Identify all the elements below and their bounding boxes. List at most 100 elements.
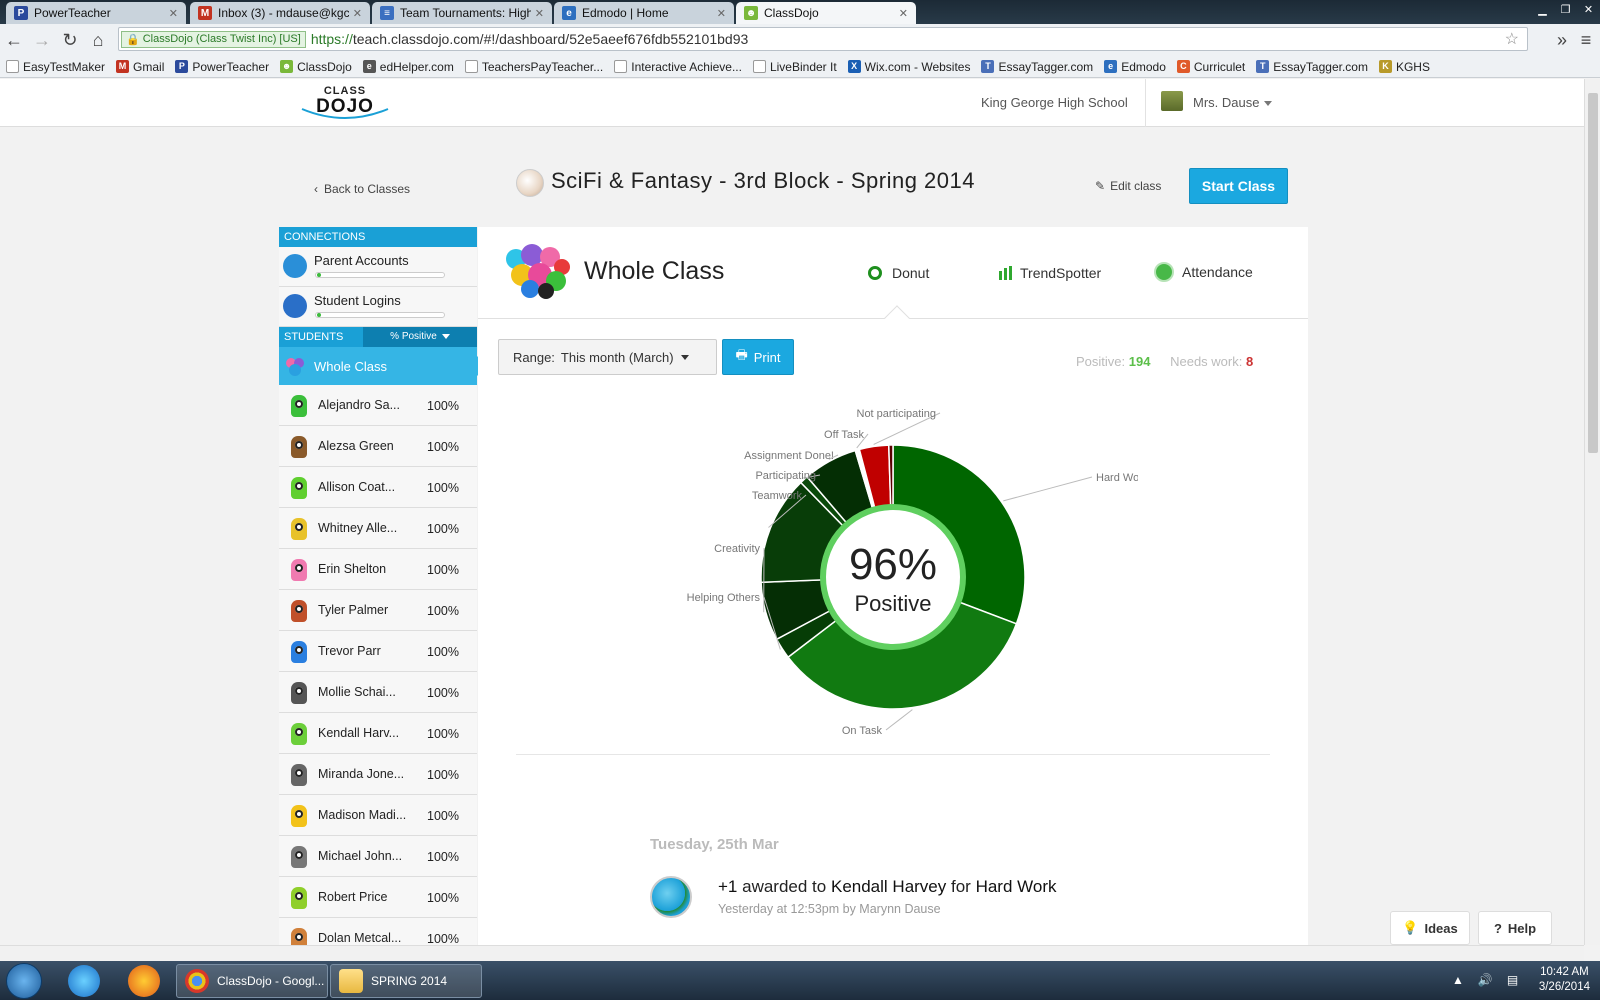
tab-label: PowerTeacher <box>34 6 111 20</box>
student-row[interactable]: Allison Coat... 100% <box>279 467 477 508</box>
student-row[interactable]: Miranda Jone... 100% <box>279 754 477 795</box>
bookmark-star-icon[interactable]: ☆ <box>1505 29 1519 49</box>
tab-classdojo[interactable]: ☻ ClassDojo ✕ <box>736 2 916 24</box>
student-row[interactable]: Whitney Alle... 100% <box>279 508 477 549</box>
close-tab-icon[interactable]: ✕ <box>899 7 908 20</box>
bookmark-powerteacher[interactable]: P PowerTeacher <box>175 60 269 74</box>
tray-arrow-icon[interactable]: ▲ <box>1452 973 1464 987</box>
close-tab-icon[interactable]: ✕ <box>535 7 544 20</box>
student-avatar-icon <box>291 559 307 581</box>
bookmark-label: Gmail <box>133 59 165 74</box>
gmail-icon: M <box>198 6 212 20</box>
student-row[interactable]: Kendall Harv... 100% <box>279 713 477 754</box>
edit-class-link[interactable]: ✎ Edit class <box>1095 179 1161 193</box>
help-label: Help <box>1507 920 1537 936</box>
student-name: Alezsa Green <box>318 439 394 453</box>
student-row[interactable]: Robert Price 100% <box>279 877 477 918</box>
bookmark-edmodo[interactable]: e Edmodo <box>1104 60 1166 74</box>
range-dropdown[interactable]: Range: This month (March) <box>498 339 717 375</box>
divider <box>516 754 1270 755</box>
user-menu[interactable]: Mrs. Dause <box>1193 95 1273 110</box>
address-bar[interactable]: 🔒 ClassDojo (Class Twist Inc) [US] https:… <box>118 27 1528 51</box>
vertical-scrollbar[interactable] <box>1584 79 1600 945</box>
start-class-button[interactable]: Start Class <box>1189 168 1288 204</box>
school-name[interactable]: King George High School <box>981 95 1128 110</box>
bookmark-essaytagger[interactable]: T EssayTagger.com <box>981 60 1093 74</box>
student-row[interactable]: Madison Madi... 100% <box>279 795 477 836</box>
caret-down-icon <box>680 354 689 360</box>
student-row[interactable]: Alejandro Sa... 100% <box>279 385 477 426</box>
minimize-icon[interactable]: ▁ <box>1531 0 1554 18</box>
bookmark-gmail[interactable]: M Gmail <box>116 60 164 74</box>
user-avatar[interactable] <box>1161 91 1183 111</box>
internet-explorer-icon[interactable] <box>68 965 100 997</box>
bookmark-kghs[interactable]: K KGHS <box>1378 60 1430 74</box>
ev-certificate-badge[interactable]: 🔒 ClassDojo (Class Twist Inc) [US] <box>121 30 306 48</box>
start-button[interactable] <box>6 963 42 999</box>
bookmark-essaytagger-2[interactable]: T EssayTagger.com <box>1256 60 1368 74</box>
whole-class-item[interactable]: Whole Class <box>279 347 487 385</box>
bookmark-teacherspayteachers[interactable]: TeachersPayTeacher... <box>464 60 603 74</box>
parent-accounts-item[interactable]: Parent Accounts <box>279 247 477 287</box>
firefox-icon[interactable] <box>128 965 160 997</box>
help-button[interactable]: ? Help <box>1478 911 1552 945</box>
tab-label: Donut <box>892 265 930 281</box>
bookmarks-bar: EasyTestMaker M Gmail P PowerTeacher ☻ Clas… <box>0 56 1600 78</box>
student-row[interactable]: Trevor Parr 100% <box>279 631 477 672</box>
horizontal-scrollbar[interactable] <box>0 945 1584 961</box>
sort-dropdown[interactable]: % Positive <box>363 327 477 347</box>
student-logins-item[interactable]: Student Logins <box>279 287 477 327</box>
student-name: Whitney Alle... <box>318 521 398 535</box>
student-row[interactable]: Michael John... 100% <box>279 836 477 877</box>
bookmark-label: PowerTeacher <box>192 59 270 74</box>
bookmark-interactive-achievement[interactable]: Interactive Achieve... <box>614 60 742 74</box>
close-window-icon[interactable]: ✕ <box>1577 0 1600 18</box>
home-icon[interactable]: ⌂ <box>84 26 112 54</box>
bookmark-classdojo[interactable]: ☻ ClassDojo <box>280 60 352 74</box>
tab-gmail[interactable]: M Inbox (3) - mdause@kgcs ✕ <box>190 2 370 24</box>
clock[interactable]: 10:42 AM 3/26/2014 <box>1539 965 1590 995</box>
tab-edmodo[interactable]: e Edmodo | Home ✕ <box>554 2 734 24</box>
back-to-classes-link[interactable]: ‹ Back to Classes <box>314 182 410 196</box>
tab-team-tournaments[interactable]: ≡ Team Tournaments: High ✕ <box>372 2 552 24</box>
classdojo-logo[interactable]: CLASS DOJO <box>298 83 392 123</box>
positive-count: 194 <box>1128 354 1151 369</box>
student-row[interactable]: Erin Shelton 100% <box>279 549 477 590</box>
restore-icon[interactable]: ❐ <box>1554 0 1577 18</box>
student-row[interactable]: Mollie Schai... 100% <box>279 672 477 713</box>
student-row[interactable]: Tyler Palmer 100% <box>279 590 477 631</box>
url-path: teach.classdojo.com/#!/dashboard/52e5aee… <box>352 31 749 47</box>
tab-donut[interactable]: Donut <box>868 265 929 281</box>
slice-label: Not participating <box>857 408 937 420</box>
print-label: Print <box>753 349 781 365</box>
student-row[interactable]: Dolan Metcal... 100% <box>279 918 477 945</box>
reload-icon[interactable]: ↻ <box>56 26 84 54</box>
close-tab-icon[interactable]: ✕ <box>717 7 726 20</box>
tab-powerteacher[interactable]: P PowerTeacher ✕ <box>6 2 186 24</box>
bookmark-wix[interactable]: X Wix.com - Websites <box>847 60 970 74</box>
scrollbar-thumb[interactable] <box>1588 93 1598 453</box>
feed-student[interactable]: Kendall Harvey <box>831 877 946 896</box>
bookmark-edhelper[interactable]: e edHelper.com <box>362 60 454 74</box>
tab-attendance[interactable]: Attendance <box>1154 262 1253 282</box>
menu-icon[interactable]: ≡ <box>1572 26 1600 54</box>
taskbar-folder[interactable]: SPRING 2014 <box>330 964 482 998</box>
student-row[interactable]: Alezsa Green 100% <box>279 426 477 467</box>
ideas-button[interactable]: 💡 Ideas <box>1390 911 1470 945</box>
print-button[interactable]: 🖶 Print <box>722 339 794 375</box>
lightbulb-icon: 💡 <box>1402 920 1419 935</box>
back-arrow-icon[interactable]: ← <box>0 26 28 54</box>
printer-icon: 🖶 <box>735 347 748 362</box>
close-tab-icon[interactable]: ✕ <box>353 7 362 20</box>
close-tab-icon[interactable]: ✕ <box>169 7 178 20</box>
tab-trendspotter[interactable]: TrendSpotter <box>999 265 1101 281</box>
taskbar-chrome[interactable]: ClassDojo - Googl... <box>176 964 328 998</box>
network-icon[interactable]: ▤ <box>1507 973 1518 987</box>
edmodo-icon: e <box>1104 60 1118 73</box>
bookmark-livebinder[interactable]: LiveBinder It <box>752 60 837 74</box>
class-avatar <box>516 169 544 197</box>
bookmark-easytestmaker[interactable]: EasyTestMaker <box>6 60 105 74</box>
bookmark-curriculet[interactable]: C Curriculet <box>1176 60 1245 74</box>
volume-icon[interactable]: 🔊 <box>1478 973 1493 987</box>
forward-arrow-icon[interactable]: → <box>28 26 56 54</box>
